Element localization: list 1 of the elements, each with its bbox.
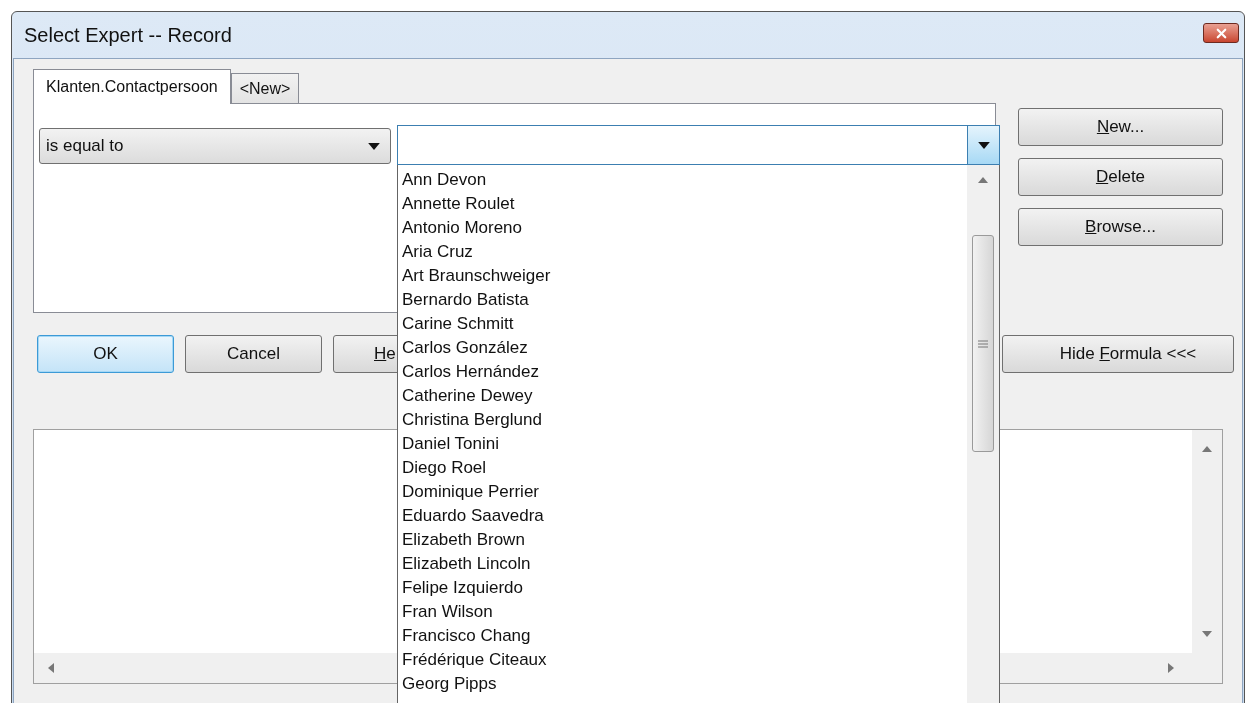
window-title: Select Expert -- Record xyxy=(24,23,232,48)
